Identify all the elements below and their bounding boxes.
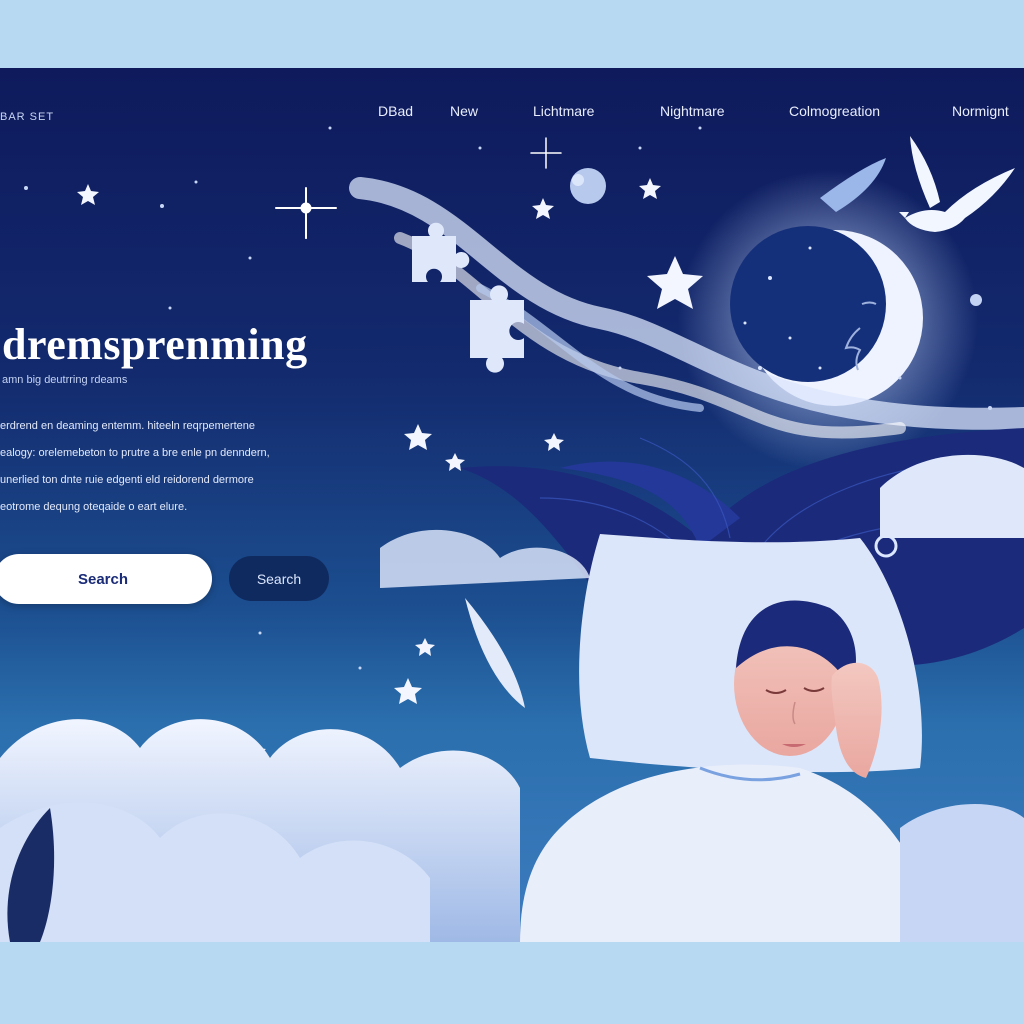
hero-body-line: erdrend en deaming entemm. hiteeln reqrp…	[0, 420, 255, 432]
hero-body-line: eotrome dequng oteqaide o eart elure.	[0, 501, 188, 513]
hero-body-line: ealogy: orelemebeton to prutre a bre enl…	[0, 447, 270, 459]
sparkle-icon	[275, 137, 562, 239]
nav-item-lichtmare[interactable]: Lichtmare	[533, 103, 594, 119]
dove-icon	[899, 136, 1015, 232]
nav-item-new[interactable]: New	[450, 103, 478, 119]
top-nav: DBad New Lichtmare Nightmare Colmogreati…	[0, 103, 1024, 127]
nav-item-normignt[interactable]: Normignt	[952, 103, 1009, 119]
hero-title: dremsprenming	[2, 320, 308, 370]
hero-body: erdrend en deaming entemm. hiteeln reqrp…	[0, 413, 350, 521]
search-button[interactable]: Search	[229, 556, 329, 601]
hero-body-line: unerlied ton dnte ruie edgenti eld reido…	[0, 474, 254, 486]
nav-item-dbad[interactable]: DBad	[378, 103, 413, 119]
search-input[interactable]	[0, 554, 212, 604]
hero-subtitle: amn big deutrring rdeams	[2, 374, 128, 386]
nav-item-colmogreation[interactable]: Colmogreation	[789, 103, 880, 119]
pajama	[520, 764, 930, 942]
nav-item-nightmare[interactable]: Nightmare	[660, 103, 725, 119]
